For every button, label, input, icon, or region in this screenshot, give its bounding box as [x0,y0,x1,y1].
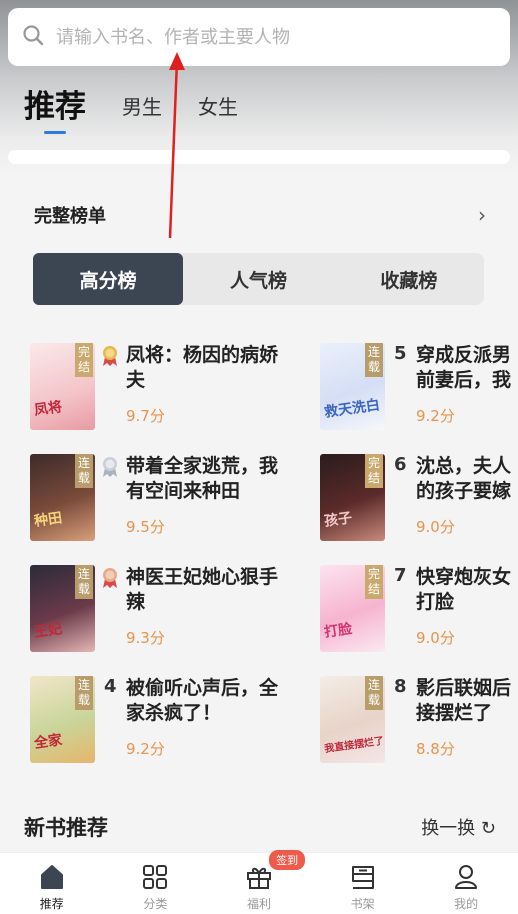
book-cover[interactable]: 连载 我直接摆烂了 [320,676,385,763]
cover-title: 王妃 [33,621,64,641]
new-books-title: 新书推荐 [24,816,108,840]
book-title[interactable]: 快穿炮灰女打脸 [416,565,518,617]
book-item[interactable]: 连载 种田 带着全家逃荒，我有空间来种田 9.5分 [30,454,280,544]
nav-label: 福利 [246,897,271,911]
full-ranking-title: 完整榜单 [34,206,106,227]
search-bar[interactable] [8,8,510,66]
bottom-navigation: 推荐 分类 签到 福利 书架 我的 [0,850,518,914]
cover-title: 救天洗白 [323,397,381,421]
book-score: 8.8分 [416,740,455,758]
tab-female[interactable]: 女生 [198,91,238,126]
book-cover[interactable]: 完结 孩子 [320,454,385,541]
book-score: 9.0分 [416,629,455,647]
new-books-header: 新书推荐 换一换 ↻ [24,812,496,842]
book-title[interactable]: 穿成反派男前妻后，我 [416,343,518,395]
book-title[interactable]: 神医王妃她心狠手辣 [126,565,296,617]
nav-label: 我的 [454,897,479,911]
book-score: 9.7分 [126,407,165,425]
book-score: 9.5分 [126,518,165,536]
book-cover[interactable]: 连载 种田 [30,454,95,541]
bronze-medal-icon [103,568,117,588]
book-title[interactable]: 影后联姻后接摆烂了 [416,676,518,728]
status-badge: 连载 [75,454,93,488]
book-item[interactable]: 连载 救天洗白 5 穿成反派男前妻后，我 9.2分 [320,343,518,433]
status-badge: 完结 [365,565,383,599]
cover-title: 凤将 [33,399,64,419]
status-badge: 连载 [365,343,383,377]
nav-label: 推荐 [39,897,64,911]
user-icon [455,865,478,889]
search-icon [22,24,44,50]
status-badge: 连载 [75,565,93,599]
cover-title: 种田 [33,510,64,530]
status-badge: 完结 [365,454,383,488]
nav-bookshelf[interactable]: 书架 [311,853,415,914]
cover-title: 打脸 [323,621,354,641]
book-score: 9.2分 [416,407,455,425]
cover-title: 全家 [33,732,64,752]
nav-label: 分类 [143,897,168,911]
search-input[interactable] [56,26,456,48]
home-icon [40,865,63,889]
book-item[interactable]: 连载 王妃 神医王妃她心狠手辣 9.3分 [30,565,280,655]
book-item[interactable]: 连载 全家 4 被偷听心声后，全家杀疯了！ 9.2分 [30,676,280,766]
book-title[interactable]: 被偷听心声后，全家杀疯了！ [126,676,296,728]
gold-medal-icon [103,346,117,366]
status-badge: 连载 [75,676,93,710]
ranking-segment-control: 高分榜 人气榜 收藏榜 [33,253,484,305]
segment-popular[interactable]: 人气榜 [183,253,333,305]
rank-number: 8 [394,676,407,697]
book-score: 9.0分 [416,518,455,536]
segment-favorites[interactable]: 收藏榜 [334,253,484,305]
gift-icon [246,867,271,889]
bookshelf-icon [351,866,374,889]
status-badge: 完结 [75,343,93,377]
status-badge: 连载 [365,676,383,710]
refresh-button[interactable]: 换一换 ↻ [421,814,496,840]
banner-card[interactable] [8,150,510,164]
checkin-badge: 签到 [269,850,306,870]
rank-number: 5 [394,343,407,364]
book-title[interactable]: 带着全家逃荒，我有空间来种田 [126,454,296,506]
book-title[interactable]: 沈总，夫人的孩子要嫁 [416,454,518,506]
book-item[interactable]: 完结 凤将 凤将：杨因的病娇夫 9.7分 [30,343,280,433]
rank-number: 6 [394,454,407,475]
nav-welfare[interactable]: 签到 福利 [207,850,311,914]
book-cover[interactable]: 连载 全家 [30,676,95,763]
book-cover[interactable]: 连载 救天洗白 [320,343,385,430]
cover-title: 我直接摆烂了 [323,735,385,756]
cover-title: 孩子 [323,510,354,530]
full-ranking-header[interactable]: 完整榜单 › [34,200,486,230]
tab-male[interactable]: 男生 [122,91,162,126]
nav-recommend[interactable]: 推荐 [0,853,104,914]
book-score: 9.2分 [126,740,165,758]
chevron-right-icon[interactable]: › [478,203,486,227]
segment-high-score[interactable]: 高分榜 [33,253,184,305]
book-cover[interactable]: 完结 凤将 [30,343,95,430]
book-cover[interactable]: 连载 王妃 [30,565,95,652]
nav-category[interactable]: 分类 [104,853,208,914]
book-score: 9.3分 [126,629,165,647]
nav-label: 书架 [350,897,375,911]
book-item[interactable]: 完结 孩子 6 沈总，夫人的孩子要嫁 9.0分 [320,454,518,544]
grid-icon [143,865,168,889]
nav-profile[interactable]: 我的 [414,853,518,914]
book-item[interactable]: 完结 打脸 7 快穿炮灰女打脸 9.0分 [320,565,518,655]
book-cover[interactable]: 完结 打脸 [320,565,385,652]
rank-number: 7 [394,565,407,586]
rank-number: 4 [104,676,117,697]
tab-recommend[interactable]: 推荐 [24,81,86,134]
book-title[interactable]: 凤将：杨因的病娇夫 [126,343,296,395]
book-item[interactable]: 连载 我直接摆烂了 8 影后联姻后接摆烂了 8.8分 [320,676,518,766]
silver-medal-icon [103,457,117,477]
top-tabs: 推荐 男生 女生 [24,81,274,134]
